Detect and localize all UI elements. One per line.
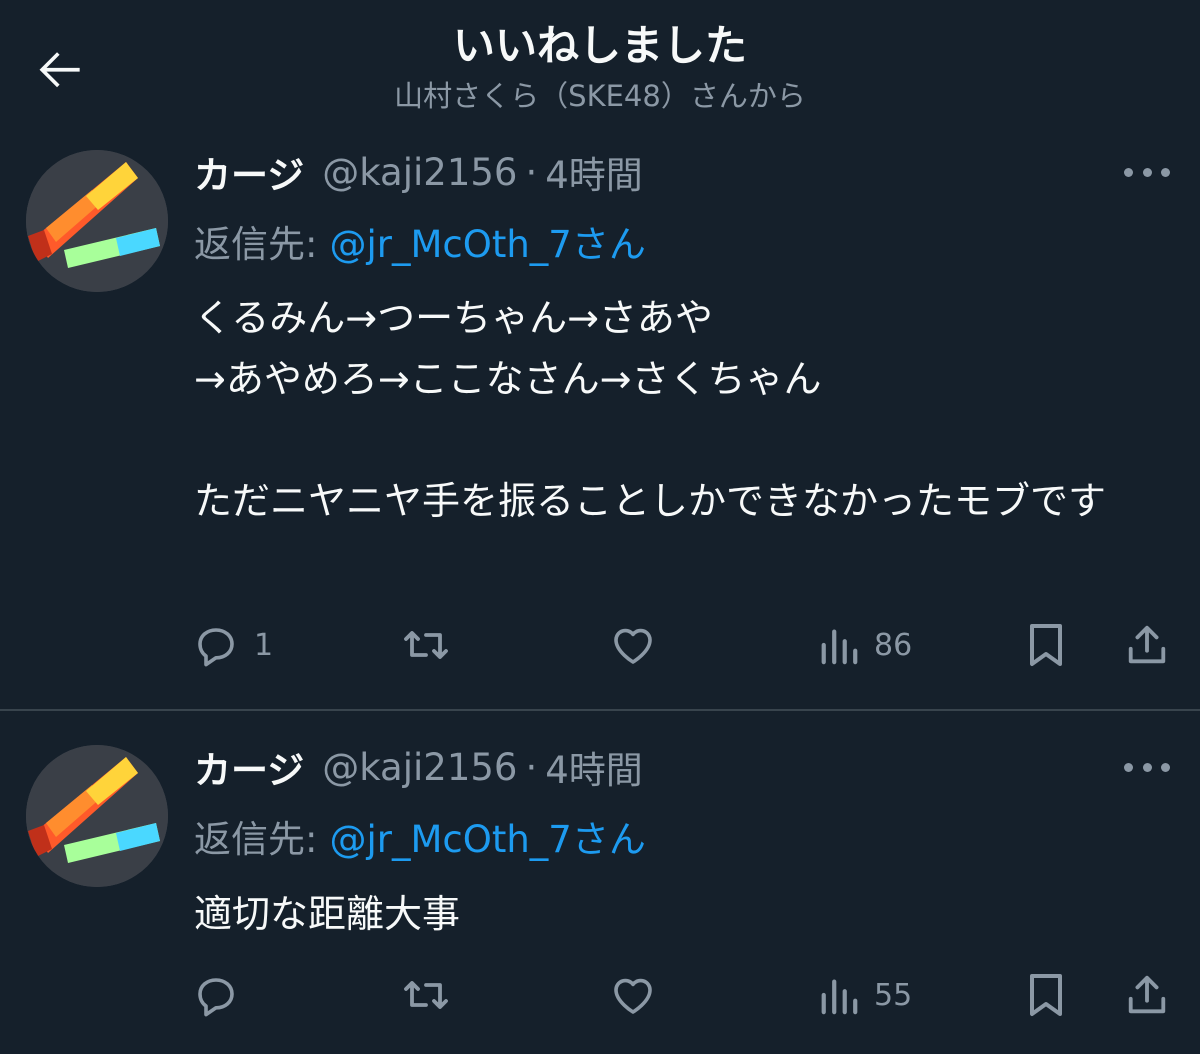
more-horizontal-icon <box>1124 762 1133 772</box>
more-dot <box>1142 167 1152 177</box>
tweet-actions: 1 86 <box>0 617 1200 673</box>
reply-button[interactable] <box>192 967 254 1023</box>
reply-mention-link[interactable]: @jr_McOth_7さん <box>329 809 645 863</box>
tweet-actions: 55 <box>0 967 1200 1023</box>
views-count: 86 <box>874 627 913 663</box>
tweet-header: カージ @kaji2156 · 4時間 <box>194 737 643 797</box>
reply-count: 1 <box>254 627 274 663</box>
like-button[interactable] <box>608 617 658 673</box>
heart-icon <box>614 628 652 664</box>
reply-button[interactable]: 1 <box>192 617 273 673</box>
share-button[interactable] <box>1124 617 1170 673</box>
more-horizontal-icon <box>1124 167 1133 177</box>
views-bar-chart-icon <box>821 629 858 665</box>
separator-dot: · <box>525 150 538 194</box>
author-name[interactable]: カージ <box>194 740 304 794</box>
separator-dot: · <box>525 745 538 789</box>
bookmark-icon <box>1030 974 1062 1016</box>
more-dot <box>1161 167 1170 177</box>
more-button[interactable] <box>1124 752 1170 782</box>
glowstick-avatar-image <box>26 745 168 887</box>
reply-prefix: 返信先: <box>194 223 318 266</box>
heart-icon <box>614 978 652 1014</box>
more-dot <box>1161 762 1170 772</box>
retweet-button[interactable] <box>400 617 452 673</box>
reply-context: 返信先: @jr_McOth_7さん <box>194 807 646 865</box>
avatar[interactable] <box>26 150 168 292</box>
more-button[interactable] <box>1124 157 1170 187</box>
glowstick-avatar-image <box>26 150 168 292</box>
timestamp[interactable]: 4時間 <box>545 145 643 199</box>
author-handle[interactable]: @kaji2156 <box>322 151 517 194</box>
retweet-button[interactable] <box>400 967 452 1023</box>
timestamp[interactable]: 4時間 <box>545 740 643 794</box>
tweet-text: 適切な距離大事 <box>194 892 461 936</box>
page-subtitle: 山村さくら（SKE48）さんから <box>394 79 806 113</box>
tweet-text: くるみん→つーちゃん→さあや →あやめろ→ここなさん→さくちゃん ただニヤニヤ手… <box>194 296 1107 523</box>
reply-context: 返信先: @jr_McOth_7さん <box>194 212 646 270</box>
reply-bubble-icon <box>198 628 234 667</box>
views-button[interactable]: 55 <box>818 967 912 1023</box>
views-button[interactable]: 86 <box>818 617 912 673</box>
author-name[interactable]: カージ <box>194 145 304 199</box>
share-button[interactable] <box>1124 967 1170 1023</box>
share-icon <box>1128 625 1166 664</box>
reply-bubble-icon <box>198 978 234 1017</box>
author-handle[interactable]: @kaji2156 <box>322 746 517 789</box>
reply-prefix: 返信先: <box>194 818 318 861</box>
tweet-divider <box>0 709 1200 711</box>
like-button[interactable] <box>608 967 658 1023</box>
avatar[interactable] <box>26 745 168 887</box>
tweet-header: カージ @kaji2156 · 4時間 <box>194 142 643 202</box>
reply-mention-link[interactable]: @jr_McOth_7さん <box>329 214 645 268</box>
page-title: いいねしました <box>452 21 747 70</box>
views-count: 55 <box>874 977 913 1013</box>
more-dot <box>1142 762 1152 772</box>
bookmark-button[interactable] <box>1026 967 1066 1023</box>
bookmark-icon <box>1030 624 1062 666</box>
top-bar: いいねしました 山村さくら（SKE48）さんから <box>0 0 1200 130</box>
share-icon <box>1128 975 1166 1014</box>
views-bar-chart-icon <box>821 979 858 1015</box>
retweet-icon <box>404 981 448 1009</box>
retweet-icon <box>404 631 448 659</box>
bookmark-button[interactable] <box>1026 617 1066 673</box>
